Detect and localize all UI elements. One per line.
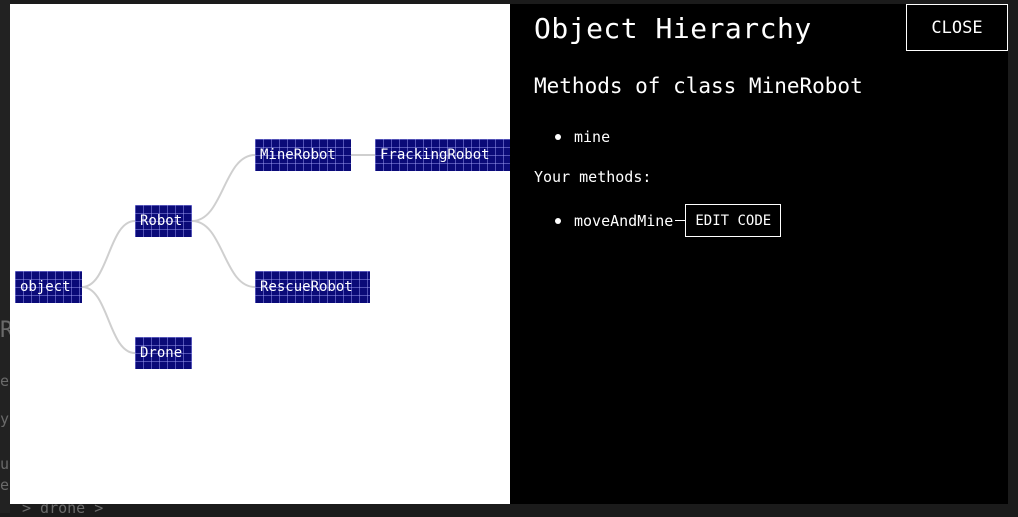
background-text: y bbox=[0, 410, 10, 428]
hierarchy-graph: object Robot Drone MineRobot RescueRobot… bbox=[10, 4, 510, 504]
your-method-name: moveAndMine bbox=[574, 211, 674, 230]
class-node-robot[interactable]: Robot bbox=[135, 205, 192, 237]
edge-robot-rescuerobot bbox=[191, 220, 256, 288]
object-hierarchy-modal: object Robot Drone MineRobot RescueRobot… bbox=[10, 4, 1008, 504]
background-text: e bbox=[0, 372, 10, 390]
edge-layer bbox=[81, 154, 375, 354]
your-methods-label: Your methods: bbox=[534, 168, 652, 186]
class-node-drone[interactable]: Drone bbox=[135, 337, 192, 369]
your-method-list: moveAndMine EDIT CODE bbox=[555, 204, 782, 237]
close-button[interactable]: CLOSE bbox=[906, 4, 1008, 51]
edge-object-robot bbox=[81, 220, 136, 288]
class-node-object[interactable]: object bbox=[15, 271, 82, 303]
class-methods-heading: Methods of class MineRobot bbox=[534, 74, 863, 98]
your-method-item: moveAndMine EDIT CODE bbox=[555, 204, 782, 237]
method-item: mine bbox=[555, 128, 610, 146]
modal-title: Object Hierarchy bbox=[534, 12, 812, 45]
edge-object-drone bbox=[81, 286, 136, 354]
edge-robot-minerobot bbox=[191, 154, 256, 222]
class-method-list: mine bbox=[555, 128, 610, 146]
background-editor bbox=[0, 0, 10, 513]
edit-code-button[interactable]: EDIT CODE bbox=[685, 204, 782, 237]
class-node-rescuerobot[interactable]: RescueRobot bbox=[255, 271, 370, 303]
connector-line bbox=[675, 220, 686, 221]
info-panel: Object Hierarchy CLOSE Methods of class … bbox=[510, 4, 1008, 504]
background-text: e bbox=[0, 476, 10, 494]
class-node-minerobot[interactable]: MineRobot bbox=[255, 139, 351, 171]
class-node-frackingrobot[interactable]: FrackingRobot bbox=[375, 139, 510, 171]
